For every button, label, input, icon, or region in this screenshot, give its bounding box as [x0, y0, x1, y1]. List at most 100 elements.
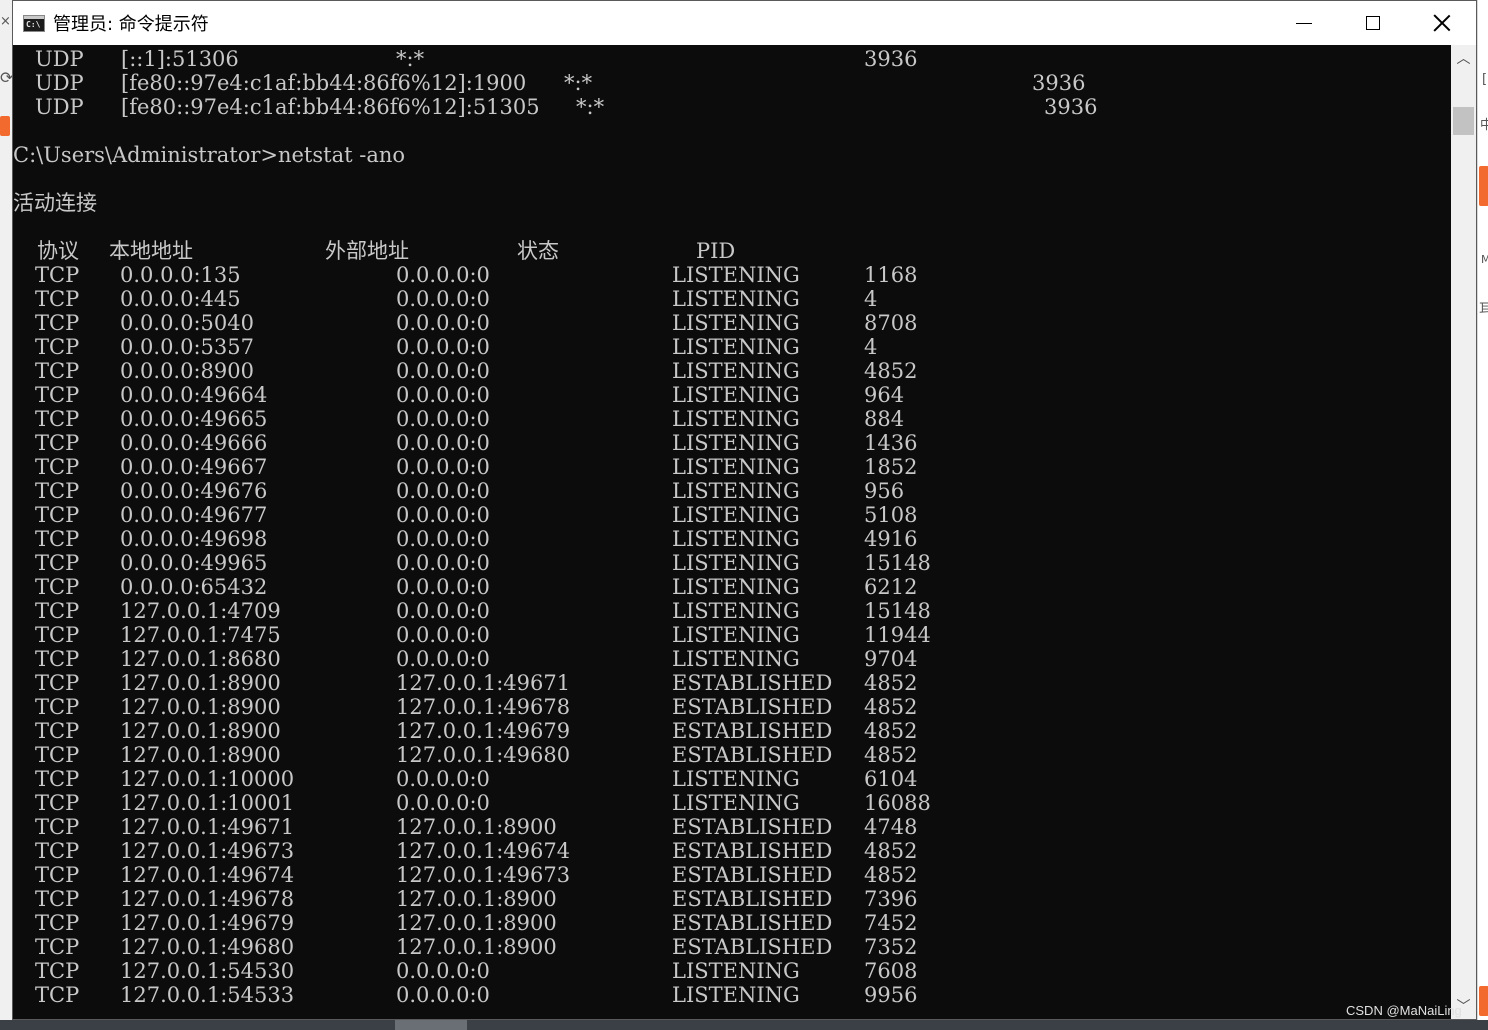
pid-cell: 4852 — [864, 839, 918, 863]
protocol-cell: TCP — [35, 479, 80, 503]
pid-cell: 964 — [864, 383, 905, 407]
pid-cell: 4852 — [864, 743, 918, 767]
foreign-address-cell: *:* — [564, 71, 593, 95]
scrollbar-thumb[interactable] — [1453, 107, 1474, 135]
command-prompt-icon[interactable]: C:\ — [23, 14, 45, 32]
protocol-cell: TCP — [35, 863, 80, 887]
protocol-cell: TCP — [35, 935, 80, 959]
pid-cell: 4852 — [864, 695, 918, 719]
pid-cell: 6104 — [864, 767, 918, 791]
foreign-address-cell: 127.0.0.1:8900 — [396, 935, 557, 959]
maximize-button[interactable] — [1338, 1, 1408, 45]
state-cell: ESTABLISHED — [672, 935, 833, 959]
foreign-address-cell: 127.0.0.1:49674 — [396, 839, 571, 863]
pid-cell: 3936 — [1044, 95, 1098, 119]
section-title: 活动连接 — [13, 191, 1451, 215]
protocol-cell: TCP — [35, 599, 80, 623]
protocol-cell: TCP — [35, 407, 80, 431]
state-cell: ESTABLISHED — [672, 911, 833, 935]
local-address-cell: 0.0.0.0:49665 — [120, 407, 268, 431]
table-row: TCP 127.0.0.1:54533 0.0.0.0:0 LISTENING 9956 — [13, 983, 1451, 1007]
maximize-icon — [1366, 16, 1380, 30]
protocol-cell: TCP — [35, 839, 80, 863]
table-row: TCP 0.0.0.0:65432 0.0.0.0:0 LISTENING 6212 — [13, 575, 1451, 599]
minimize-button[interactable] — [1269, 1, 1339, 45]
local-address-cell: 127.0.0.1:49674 — [120, 863, 295, 887]
state-cell: LISTENING — [672, 551, 800, 575]
table-row: TCP 127.0.0.1:49679 127.0.0.1:8900 ESTABLIS… — [13, 911, 1451, 935]
table-row: TCP 0.0.0.0:49667 0.0.0.0:0 LISTENING 1852 — [13, 455, 1451, 479]
state-cell: LISTENING — [672, 983, 800, 1007]
console-output[interactable]: UDP [::1]:51306 *:* 3936 UDP [fe80::97e4:c1af… — [13, 45, 1451, 1019]
pid-cell: 4748 — [864, 815, 918, 839]
state-cell: LISTENING — [672, 431, 800, 455]
state-cell: LISTENING — [672, 791, 800, 815]
local-address-cell: [fe80::97e4:c1af:bb44:86f6%12]:1900 — [121, 71, 527, 95]
pid-cell: 3936 — [1032, 71, 1086, 95]
background-badge — [1479, 986, 1488, 1016]
foreign-address-cell: *:* — [576, 95, 605, 119]
foreign-address-cell: 0.0.0.0:0 — [396, 983, 490, 1007]
protocol-cell: TCP — [35, 695, 80, 719]
state-cell: LISTENING — [672, 311, 800, 335]
pid-cell: 6212 — [864, 575, 918, 599]
title-bar[interactable]: C:\ 管理员: 命令提示符 — [13, 1, 1476, 45]
table-row: TCP 127.0.0.1:8900 127.0.0.1:49679 ESTABLIS… — [13, 719, 1451, 743]
watermark-text: CSDN @MaNaiLing — [1346, 1003, 1462, 1018]
header-local-address: 本地地址 — [109, 239, 193, 263]
local-address-cell: 0.0.0.0:49965 — [120, 551, 268, 575]
local-address-cell: 127.0.0.1:8900 — [120, 719, 281, 743]
table-row: TCP 127.0.0.1:4709 0.0.0.0:0 LISTENING 15148 — [13, 599, 1451, 623]
protocol-cell: TCP — [35, 791, 80, 815]
local-address-cell: 0.0.0.0:135 — [120, 263, 241, 287]
vertical-scrollbar[interactable]: ︿ ﹀ — [1451, 45, 1476, 1019]
background-glyph: M — [1481, 253, 1488, 266]
pid-cell: 4852 — [864, 863, 918, 887]
header-protocol: 协议 — [37, 239, 79, 263]
protocol-cell: UDP — [35, 71, 84, 95]
protocol-cell: TCP — [35, 887, 80, 911]
foreign-address-cell: 127.0.0.1:49678 — [396, 695, 571, 719]
foreign-address-cell: *:* — [396, 47, 425, 71]
chevron-up-icon[interactable]: ︿ — [1451, 45, 1476, 71]
state-cell: LISTENING — [672, 263, 800, 287]
close-button[interactable] — [1407, 1, 1476, 45]
protocol-cell: TCP — [35, 431, 80, 455]
section-title-text: 活动连接 — [13, 191, 97, 215]
foreign-address-cell: 0.0.0.0:0 — [396, 455, 490, 479]
local-address-cell: 0.0.0.0:49677 — [120, 503, 268, 527]
table-row: TCP 0.0.0.0:49664 0.0.0.0:0 LISTENING 964 — [13, 383, 1451, 407]
udp-row: UDP [fe80::97e4:c1af:bb44:86f6%12]:51305 *… — [13, 95, 1451, 119]
foreign-address-cell: 0.0.0.0:0 — [396, 599, 490, 623]
table-row: TCP 0.0.0.0:5040 0.0.0.0:0 LISTENING 8708 — [13, 311, 1451, 335]
background-right-strip: [ 中 M 耳 — [1477, 0, 1488, 1030]
table-row: TCP 0.0.0.0:49677 0.0.0.0:0 LISTENING 5108 — [13, 503, 1451, 527]
foreign-address-cell: 0.0.0.0:0 — [396, 959, 490, 983]
local-address-cell: 0.0.0.0:65432 — [120, 575, 268, 599]
state-cell: LISTENING — [672, 599, 800, 623]
protocol-cell: TCP — [35, 455, 80, 479]
state-cell: LISTENING — [672, 479, 800, 503]
pid-cell: 1852 — [864, 455, 918, 479]
header-foreign-address: 外部地址 — [325, 239, 409, 263]
state-cell: LISTENING — [672, 527, 800, 551]
table-row: TCP 0.0.0.0:49666 0.0.0.0:0 LISTENING 1436 — [13, 431, 1451, 455]
state-cell: LISTENING — [672, 767, 800, 791]
table-row: TCP 0.0.0.0:49676 0.0.0.0:0 LISTENING 956 — [13, 479, 1451, 503]
foreign-address-cell: 127.0.0.1:49680 — [396, 743, 571, 767]
close-icon — [1433, 14, 1451, 32]
table-row: TCP 127.0.0.1:8900 127.0.0.1:49671 ESTABLIS… — [13, 671, 1451, 695]
protocol-cell: TCP — [35, 503, 80, 527]
protocol-cell: TCP — [35, 263, 80, 287]
pid-cell: 4 — [864, 287, 878, 311]
table-row: TCP 0.0.0.0:8900 0.0.0.0:0 LISTENING 4852 — [13, 359, 1451, 383]
foreign-address-cell: 127.0.0.1:8900 — [396, 887, 557, 911]
protocol-cell: TCP — [35, 911, 80, 935]
state-cell: LISTENING — [672, 623, 800, 647]
window-title: 管理员: 命令提示符 — [53, 14, 209, 35]
local-address-cell: 127.0.0.1:8900 — [120, 671, 281, 695]
pid-cell: 4852 — [864, 359, 918, 383]
state-cell: ESTABLISHED — [672, 743, 833, 767]
local-address-cell: [::1]:51306 — [121, 47, 239, 71]
local-address-cell: 127.0.0.1:49678 — [120, 887, 295, 911]
